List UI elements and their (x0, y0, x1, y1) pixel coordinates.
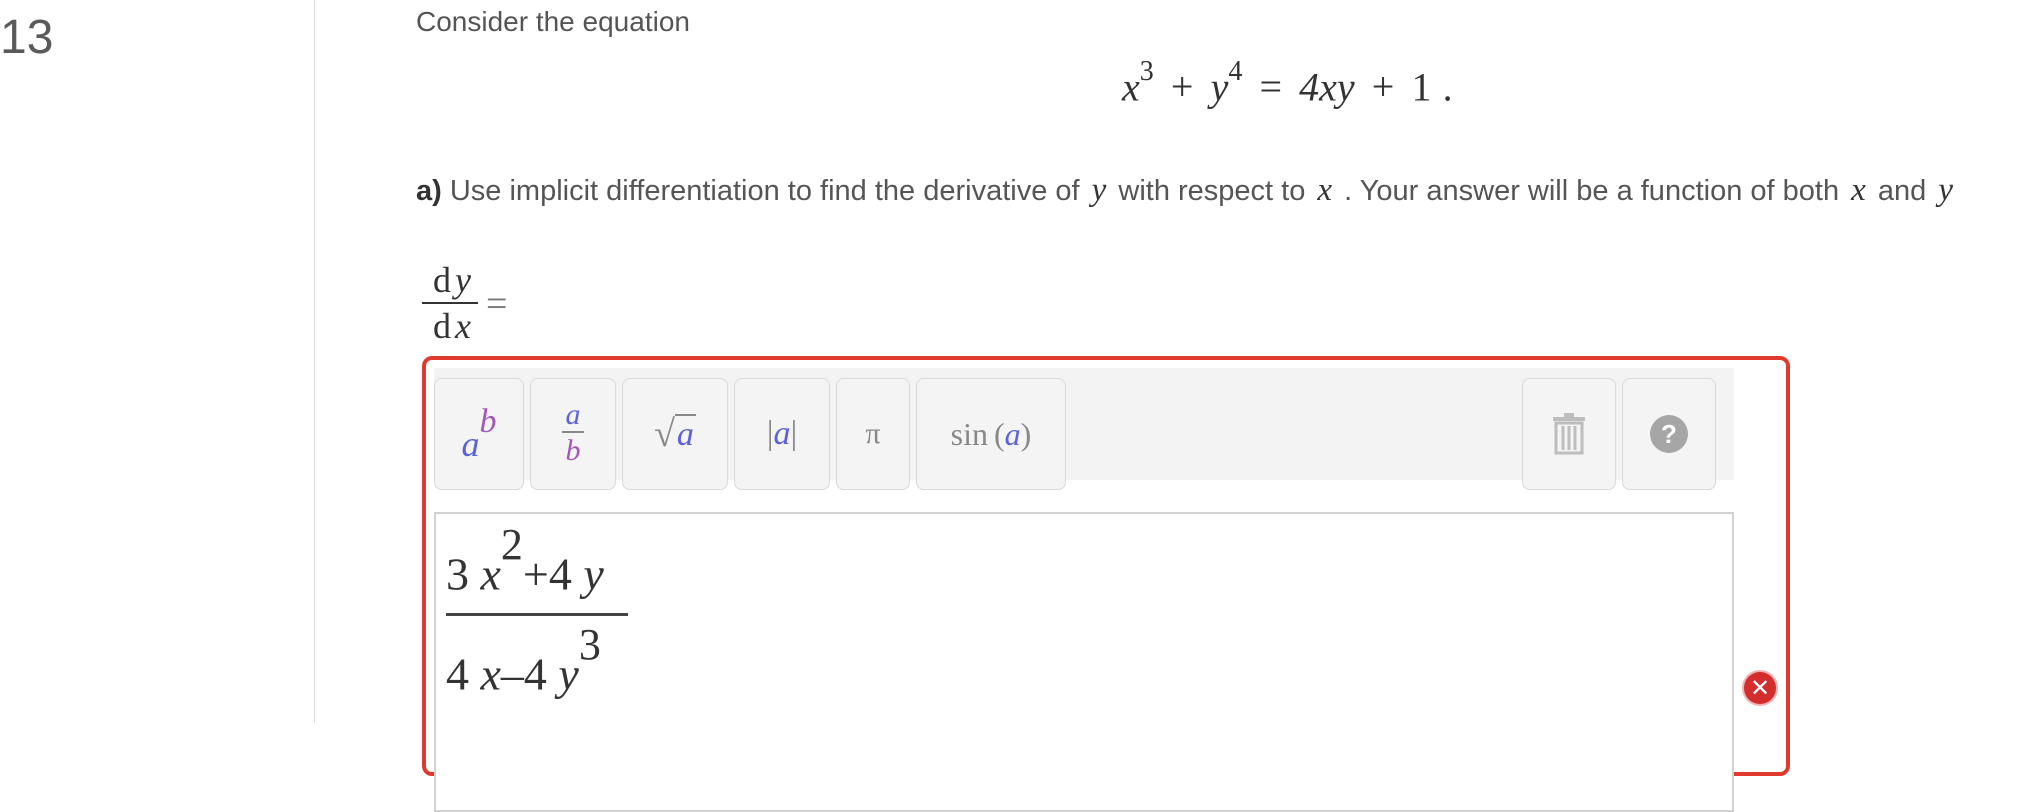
help-icon: ? (1650, 415, 1688, 453)
typed-answer: 3 x2+4 y 4 x–4 y3 (446, 520, 628, 710)
display-equation: x3 + y4 = 4xy + 1 . (1122, 56, 1453, 110)
part-a-prompt: a) Use implicit differentiation to find … (416, 172, 1953, 208)
question-number: 13 (0, 11, 54, 64)
question-body: Consider the equation x3 + y4 = 4xy + 1 … (416, 0, 2022, 812)
help-button[interactable]: ? (1622, 378, 1716, 490)
fraction-button[interactable]: a b (530, 378, 616, 490)
trash-icon (1553, 413, 1585, 455)
math-toolbar: ab a b √ a | a | π sin (a) ? (434, 368, 1734, 490)
derivative-label: dy dx = (422, 258, 507, 348)
sqrt-button[interactable]: √ a (622, 378, 728, 490)
part-a-label: a) (416, 175, 442, 207)
sin-button[interactable]: sin (a) (916, 378, 1066, 490)
power-button[interactable]: ab (434, 378, 524, 490)
pi-button[interactable]: π (836, 378, 910, 490)
answer-input[interactable]: 3 x2+4 y 4 x–4 y3 (434, 512, 1734, 812)
answer-fraction-bar (446, 613, 628, 617)
answer-denominator: 4 x–4 y3 (446, 620, 601, 700)
question-intro: Consider the equation (416, 6, 690, 37)
answer-box: ab a b √ a | a | π sin (a) ? 3 x2+4 y 4 … (422, 356, 1790, 812)
absolute-value-button[interactable]: | a | (734, 378, 830, 490)
trash-button[interactable] (1522, 378, 1616, 490)
error-icon: ✕ (1744, 672, 1776, 704)
column-divider (314, 0, 315, 723)
answer-numerator: 3 x2+4 y (446, 520, 604, 600)
